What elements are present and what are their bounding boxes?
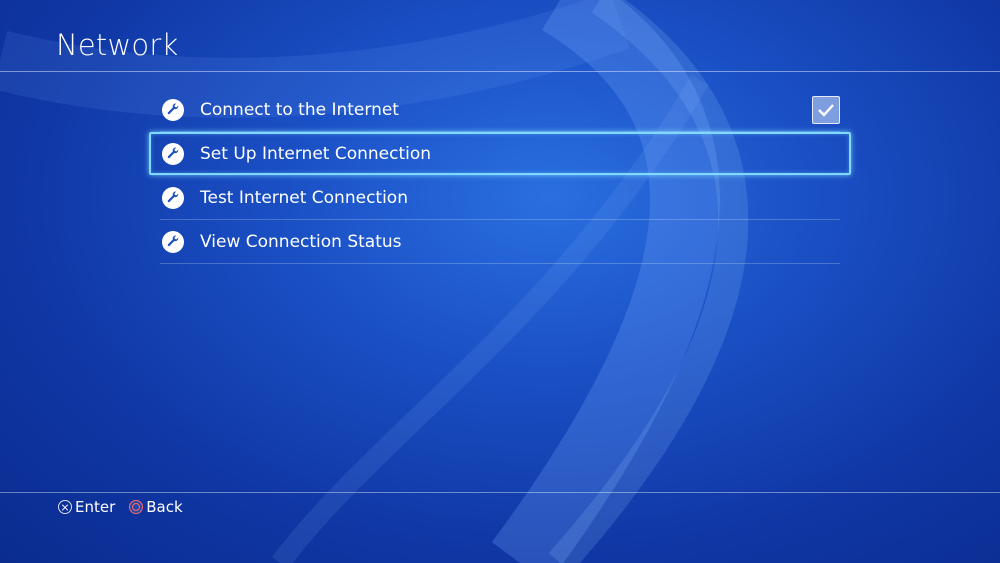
menu-item-set-up-internet-connection[interactable]: Set Up Internet Connection: [149, 132, 851, 175]
menu-item-label: Set Up Internet Connection: [200, 143, 432, 164]
menu-item-connect-to-internet[interactable]: Connect to the Internet: [150, 88, 850, 132]
menu-item-test-internet-connection[interactable]: Test Internet Connection: [150, 176, 850, 220]
cross-button-icon: [58, 500, 72, 514]
wrench-icon: [162, 98, 184, 121]
menu-item-label: Connect to the Internet: [200, 99, 399, 120]
back-hint[interactable]: Back: [129, 498, 183, 516]
title-divider: [0, 71, 1000, 72]
page-title: Network: [56, 28, 179, 62]
menu-item-view-connection-status[interactable]: View Connection Status: [150, 220, 850, 264]
enter-hint[interactable]: Enter: [58, 498, 115, 516]
menu-item-label: View Connection Status: [200, 231, 402, 252]
circle-button-icon: [129, 500, 144, 514]
back-label: Back: [146, 498, 183, 516]
connect-toggle-checkbox[interactable]: [812, 95, 840, 124]
wrench-icon: [162, 142, 184, 165]
background-waves: [0, 0, 749, 563]
network-menu: Connect to the Internet Set Up Internet …: [149, 88, 851, 264]
checkmark-icon: [818, 103, 834, 117]
enter-label: Enter: [75, 498, 116, 516]
menu-divider: [160, 263, 840, 264]
wrench-icon: [162, 230, 184, 253]
wrench-icon: [162, 186, 184, 209]
button-hints: Enter Back: [58, 498, 197, 516]
footer-divider: [0, 492, 1000, 493]
menu-item-label: Test Internet Connection: [200, 187, 408, 208]
